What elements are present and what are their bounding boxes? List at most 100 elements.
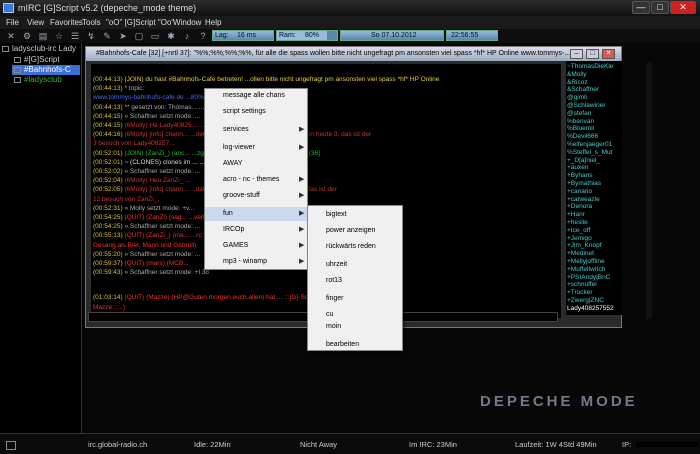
fun-submenu-item[interactable]: bearbeiten	[308, 338, 402, 352]
fun-submenu-item[interactable]: power anzeigen	[308, 224, 402, 238]
message-line: (00:52:04) (6Molly) Heu ZanZi_ ...	[93, 176, 191, 185]
message-text: www.tommys-bahnhofs-cafe.de ...80%...	[93, 94, 210, 102]
context-menu-label: fun	[223, 210, 233, 217]
context-menu-item[interactable]: script settings	[205, 105, 307, 119]
channel-minimize-button[interactable]: –	[570, 49, 583, 59]
tree-item-label: #[G]Script	[24, 55, 60, 64]
script-icon[interactable]: ✱	[164, 29, 178, 43]
context-menu-label: groove-stuff	[223, 192, 260, 199]
address-book-icon[interactable]: ☰	[68, 29, 82, 43]
chat-icon[interactable]: ▢	[132, 29, 146, 43]
menu-view[interactable]: View	[27, 16, 44, 29]
dcc-icon[interactable]: ↯	[84, 29, 98, 43]
context-menu-item[interactable]: services ▶	[205, 123, 307, 137]
context-menu-item[interactable]: IRCOp ▶	[205, 223, 307, 237]
status-bar: irc.global-radio.ch Idle: 22Min Nicht Aw…	[0, 433, 700, 454]
message-text: 3 besuch von Lady408257...	[93, 140, 175, 148]
context-menu-item[interactable]: fun ▶	[205, 207, 307, 221]
status-im-irc: Im IRC: 23Min	[409, 440, 457, 449]
log-icon[interactable]: ✎	[100, 29, 114, 43]
window-icon[interactable]: ▭	[148, 29, 162, 43]
favorites-icon[interactable]: ☆	[52, 29, 66, 43]
treebar: ladysclub-irc Lady #[G]Script #Bahnhofs-…	[0, 43, 82, 433]
message-timestamp: (00:59:43)	[93, 269, 125, 277]
depeche-mode-logo: DEPECHE MODE	[480, 393, 638, 410]
context-menu-item[interactable]: groove-stuff ▶	[205, 189, 307, 203]
fun-submenu-item[interactable]: rot13	[308, 274, 402, 288]
message-timestamp: (00:54:25)	[93, 214, 125, 221]
status-laufzeit: Laufzeit: 1W 4Std 49Min	[515, 440, 597, 449]
message-line: (00:44:15) (6Molly) Ha Lady40825... ...t…	[93, 121, 215, 130]
sound-icon[interactable]: ♪	[180, 29, 194, 43]
menu-favorites[interactable]: Favorites	[50, 16, 83, 29]
status-server: irc.global-radio.ch	[88, 440, 148, 449]
submenu-arrow-icon: ▶	[299, 176, 305, 183]
context-menu-item[interactable]: message alle chans	[205, 89, 307, 103]
context-menu-item[interactable]: acro - nc - themes ▶	[205, 173, 307, 187]
fun-submenu-item[interactable]: bigtext	[308, 208, 402, 222]
context-menu-item[interactable]: GAMES ▶	[205, 239, 307, 253]
message-timestamp: (00:55:13)	[93, 232, 125, 240]
context-menu-item[interactable]: AWAY	[205, 157, 307, 171]
context-menu-label: log-viewer	[223, 144, 255, 151]
ram-meter: Ram: 80%	[276, 30, 338, 41]
message-scrollbar[interactable]	[646, 63, 652, 319]
connect-icon[interactable]: ✕	[4, 29, 18, 43]
channel-close-button[interactable]: ✕	[602, 49, 615, 59]
status-idle: Idle: 22Min	[194, 440, 231, 449]
send-icon[interactable]: ➤	[116, 29, 130, 43]
fun-submenu-item[interactable]: moin	[308, 320, 402, 334]
message-text: Mazze:::...)	[93, 303, 126, 311]
channel-title-bar: #Bahnhofs-Cafe [32] [+nrtl 37]: "%%;%%;%…	[86, 47, 621, 61]
time-display: 22:56:55	[446, 30, 498, 41]
mirc-window: { "window":{"title":"mIRC [G]Script v5.2…	[0, 0, 700, 454]
channel-maximize-button[interactable]: □	[586, 49, 599, 59]
menu-help[interactable]: Help	[205, 16, 221, 29]
fun-submenu-item[interactable]: finger	[308, 292, 402, 306]
toolbar: ✕ ⚙ ▤ ☆ ☰ ↯ ✎ ➤ ▢ ▭ ✱ ♪ ? Lag: 16 ms Ram…	[0, 29, 700, 43]
tree-item-gscript[interactable]: #[G]Script	[12, 55, 80, 65]
submenu-arrow-icon: ▶	[299, 192, 305, 199]
menu-file[interactable]: File	[6, 16, 19, 29]
minimize-button[interactable]: —	[632, 1, 650, 14]
submenu-arrow-icon: ▶	[299, 226, 305, 233]
tree-server-label: ladysclub-irc Lady	[12, 44, 77, 53]
message-timestamp: (00:52:02)	[93, 168, 125, 175]
context-menu-label: script settings	[223, 108, 266, 115]
submenu-arrow-icon: ▶	[299, 144, 305, 151]
message-text: (QUIT) (mars) (MCB...	[124, 260, 189, 267]
menu-window[interactable]: Window	[173, 16, 201, 29]
message-line: (00:52:02) » Schaffner setzt mode: ...	[93, 167, 200, 176]
tree-item-ladysclub[interactable]: #ladysclub	[12, 75, 80, 85]
message-timestamp: (00:52:04)	[93, 177, 125, 185]
context-menu-item[interactable]: log-viewer ▶	[205, 141, 307, 155]
menu-tools[interactable]: Tools	[82, 16, 101, 29]
close-button[interactable]: ✕	[670, 1, 696, 14]
maximize-button[interactable]: □	[651, 1, 669, 14]
message-line: (00:59:43) » Schaffner setzt mode: +l 38	[93, 268, 209, 277]
context-menu-item[interactable]: mp3 - winamp ▶	[205, 255, 307, 269]
time-text: 22:56:55	[451, 32, 479, 39]
fun-submenu: bigtext power anzeigen rückwärts reden uhrz…	[307, 205, 403, 351]
tree-server[interactable]: ladysclub-irc Lady	[0, 44, 80, 54]
fun-submenu-item[interactable]: rückwärts reden	[308, 240, 402, 254]
fun-submenu-item[interactable]: uhrzeit	[308, 258, 402, 272]
message-text: » Schaffner setzt mode: +l 38	[124, 269, 210, 277]
channels-icon[interactable]: ▤	[36, 29, 50, 43]
clock-display: So 07.10.2012	[340, 30, 444, 41]
context-menu-label: IRCOp	[223, 226, 245, 233]
message-text: Gesang als Bier, Mann und Gebrüll)	[93, 241, 197, 249]
help-icon[interactable]: ?	[196, 29, 210, 43]
message-timestamp: (00:44:13)	[93, 76, 125, 83]
message-line: Mazze:::...)	[93, 303, 125, 312]
message-line: (00:44:13) * topic:	[93, 84, 144, 93]
nick-item[interactable]: Lady408257552	[567, 304, 614, 313]
menu-gscript[interactable]: "oO" [G]Script "Oo"	[106, 16, 174, 29]
nick-list[interactable]: ~ThomasDieKle &Molly &Ricoz &Schaffner @giml…	[566, 61, 622, 315]
lag-label: Lag:	[215, 32, 229, 39]
tree-item-bahnhofs[interactable]: #Bahnhofs-C	[12, 65, 80, 75]
context-menu-label: GAMES	[223, 242, 249, 249]
message-line: (00:54:25) » Schaffner setzt mode: ...	[93, 222, 200, 231]
options-icon[interactable]: ⚙	[20, 29, 34, 43]
message-timestamp: (00:54:25)	[93, 223, 125, 231]
